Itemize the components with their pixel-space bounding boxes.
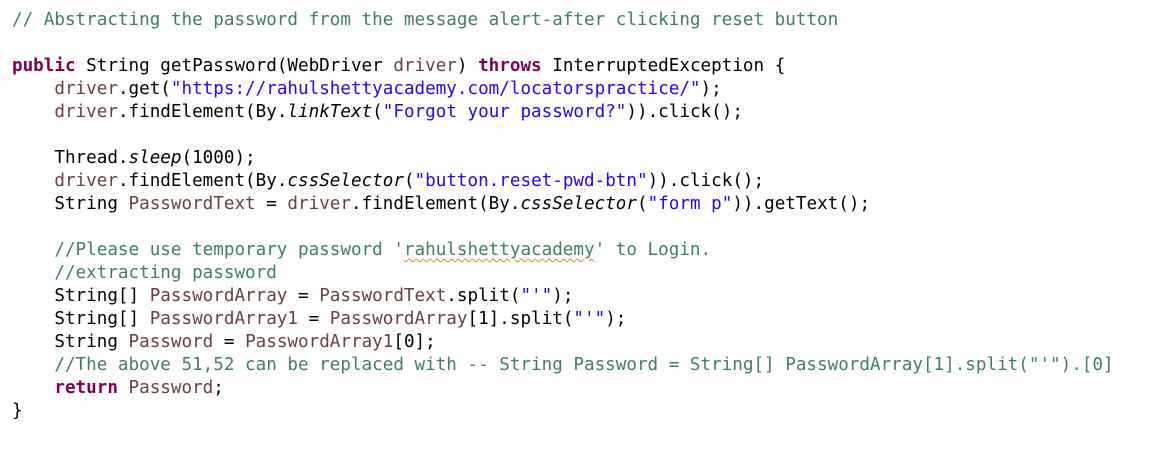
code-line[interactable]: String[] PasswordArray = PasswordText.sp… xyxy=(12,285,1114,308)
code-token-string: "button.reset-pwd-btn" xyxy=(414,171,648,191)
code-token-variable: driver xyxy=(54,102,118,122)
code-token-plain: ) xyxy=(456,56,479,76)
code-line[interactable]: } xyxy=(12,400,1114,423)
code-token-variable: driver xyxy=(287,194,351,214)
code-token-comment: ' to Login. xyxy=(594,240,712,260)
code-line[interactable]: String PasswordText = driver.findElement… xyxy=(12,193,1114,216)
code-line[interactable] xyxy=(12,32,1114,55)
code-token-plain: ); xyxy=(552,286,574,306)
code-token-static: cssSelector xyxy=(287,171,404,191)
code-token-plain: .findElement(By. xyxy=(350,194,521,214)
code-token-plain: ); xyxy=(605,309,627,329)
code-line[interactable]: //extracting password xyxy=(12,262,1114,285)
code-token-plain: )).click(); xyxy=(647,171,765,191)
code-token-plain: String getPassword(WebDriver xyxy=(75,56,394,76)
code-token-comment: //The above 51,52 can be replaced with -… xyxy=(12,355,1114,375)
code-token-plain: Thread. xyxy=(12,148,129,168)
code-token-plain: ( xyxy=(372,102,383,122)
code-line[interactable] xyxy=(12,124,1114,147)
code-token-plain: String[] xyxy=(12,286,150,306)
code-token-plain: [1].split( xyxy=(467,309,574,329)
code-token-plain: .findElement(By. xyxy=(117,102,288,122)
code-line[interactable]: //Please use temporary password 'rahulsh… xyxy=(12,239,1114,262)
code-token-comment-spell: rahulshettyacademy xyxy=(403,240,595,260)
code-line[interactable] xyxy=(12,216,1114,239)
code-token-variable: driver xyxy=(393,56,457,76)
code-token-plain: )).getText(); xyxy=(732,194,871,214)
code-token-plain: ( xyxy=(403,171,415,191)
code-token-variable: Password xyxy=(128,332,214,352)
code-line[interactable]: driver.get("https://rahulshettyacademy.c… xyxy=(12,78,1114,101)
code-token-plain: ( xyxy=(637,194,648,214)
code-token-variable: PasswordText xyxy=(319,286,447,306)
code-token-variable: PasswordArray xyxy=(329,309,468,329)
code-token-plain: ); xyxy=(700,79,722,99)
code-token-plain: String xyxy=(12,194,129,214)
code-token-keyword: throws xyxy=(478,56,542,76)
code-token-static: cssSelector xyxy=(520,194,637,214)
code-token-variable: PasswordArray1 xyxy=(149,309,298,329)
code-line[interactable]: String[] PasswordArray1 = PasswordArray[… xyxy=(12,308,1114,331)
code-token-plain: [0]; xyxy=(393,332,436,352)
code-text-area[interactable]: // Abstracting the password from the mes… xyxy=(12,9,1114,423)
code-line[interactable]: public String getPassword(WebDriver driv… xyxy=(12,55,1114,78)
code-token-plain: ; xyxy=(213,378,224,398)
code-token-plain: .get( xyxy=(117,79,171,99)
code-token-variable: Password xyxy=(128,378,214,398)
code-token-plain: String[] xyxy=(12,309,150,329)
code-token-plain: (1000); xyxy=(181,148,256,168)
code-token-plain: = xyxy=(255,194,288,214)
code-line[interactable]: driver.findElement(By.linkText("Forgot y… xyxy=(12,101,1114,124)
code-token-variable: PasswordArray1 xyxy=(245,332,394,352)
code-token-plain: .split( xyxy=(446,286,521,306)
code-token-variable: PasswordText xyxy=(128,194,256,214)
code-token-plain: String xyxy=(12,332,129,352)
code-token-variable: driver xyxy=(54,79,118,99)
code-line[interactable]: driver.findElement(By.cssSelector("butto… xyxy=(12,170,1114,193)
code-token-string: "form p" xyxy=(647,194,733,214)
code-token-string: "https://rahulshettyacademy.com/locators… xyxy=(170,79,701,99)
code-token-variable: PasswordArray xyxy=(149,286,288,306)
code-token-plain: InterruptedException { xyxy=(541,56,786,76)
code-token-string: "'" xyxy=(520,286,553,306)
code-line[interactable]: // Abstracting the password from the mes… xyxy=(12,9,1114,32)
code-line[interactable]: //The above 51,52 can be replaced with -… xyxy=(12,354,1114,377)
code-token-plain: .findElement(By. xyxy=(117,171,288,191)
code-token-string: "'" xyxy=(573,309,606,329)
code-token-plain: = xyxy=(298,309,330,329)
code-token-plain: = xyxy=(287,286,320,306)
code-editor[interactable]: // Abstracting the password from the mes… xyxy=(0,0,1172,465)
code-line[interactable]: String Password = PasswordArray1[0]; xyxy=(12,331,1114,354)
code-token-comment: //Please use temporary password ' xyxy=(12,240,404,260)
code-token-keyword: public xyxy=(12,56,76,76)
code-token-static: sleep xyxy=(128,148,182,168)
code-token-plain: = xyxy=(213,332,246,352)
code-line[interactable]: Thread.sleep(1000); xyxy=(12,147,1114,170)
code-token-comment: // Abstracting the password from the mes… xyxy=(12,10,839,30)
code-token-plain: )).click(); xyxy=(626,102,743,122)
code-token-static: linkText xyxy=(287,102,373,122)
code-token-variable: driver xyxy=(54,171,118,191)
code-token-string: "Forgot your password?" xyxy=(382,102,627,122)
code-token-plain: } xyxy=(12,401,23,421)
code-token-keyword: return xyxy=(54,378,118,398)
code-line[interactable]: return Password; xyxy=(12,377,1114,400)
code-token-comment: //extracting password xyxy=(12,263,277,283)
